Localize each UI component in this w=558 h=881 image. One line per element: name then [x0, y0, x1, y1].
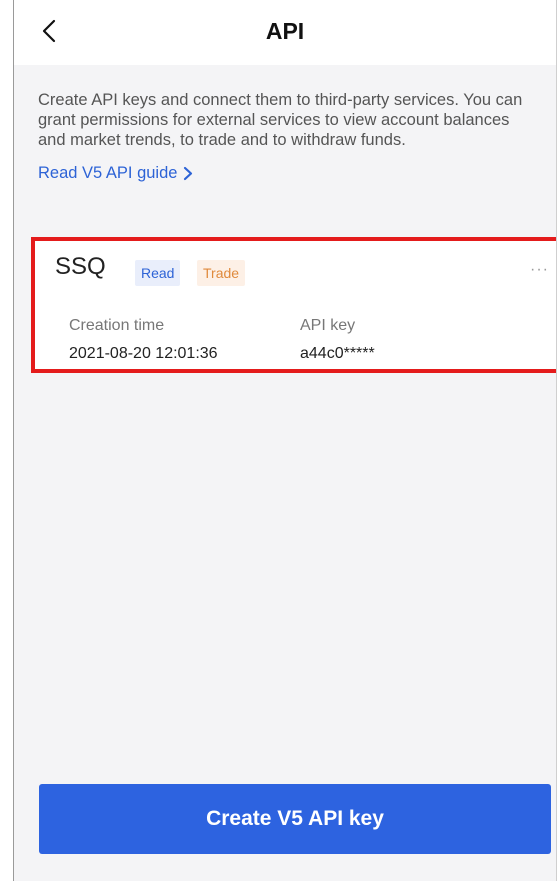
api-key-label: API key	[300, 317, 356, 334]
api-key-name: SSQ	[55, 253, 106, 280]
permission-badge-read: Read	[135, 260, 181, 286]
api-key-value: a44c0*****	[300, 345, 375, 362]
api-key-card-content: SSQ Read Trade ··· Creation time API key…	[51, 241, 556, 369]
read-api-guide-link[interactable]: Read V5 API guide	[38, 164, 193, 183]
create-api-key-button[interactable]: Create V5 API key	[39, 784, 551, 854]
top-nav-bar: API	[14, 0, 556, 65]
page-title: API	[265, 18, 305, 44]
guide-link-label: Read V5 API guide	[38, 164, 178, 182]
creation-time-label: Creation time	[69, 317, 165, 334]
permission-badge-trade: Trade	[197, 260, 246, 286]
api-description: Create API keys and connect them to thir…	[38, 91, 523, 149]
creation-time-value: 2021-08-20 12:01:36	[69, 345, 218, 362]
more-dots-icon[interactable]: ···	[530, 261, 549, 279]
chevron-right-icon	[184, 166, 193, 181]
api-key-card[interactable]: SSQ Read Trade ··· Creation time API key…	[31, 237, 556, 373]
app-screen: API Create API keys and connect them to …	[13, 0, 557, 881]
